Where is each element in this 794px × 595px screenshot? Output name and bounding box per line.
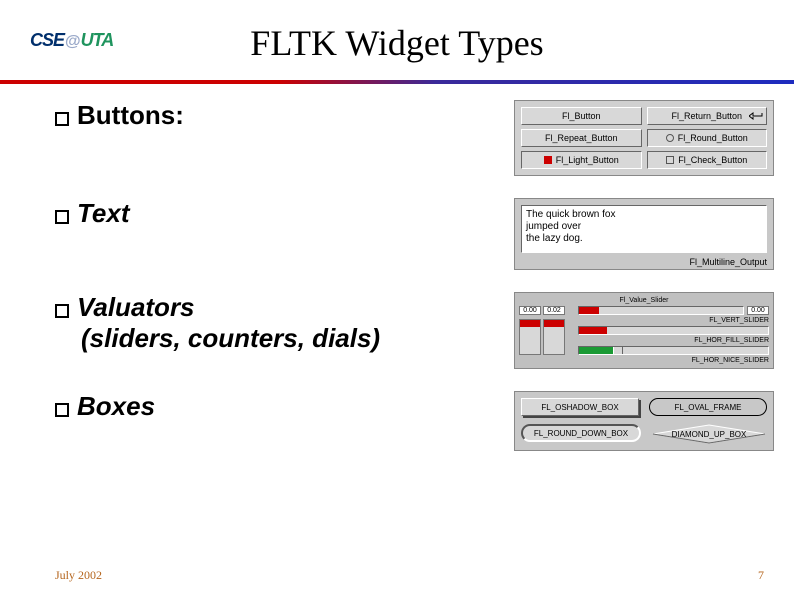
- bullet-valuators-label: Valuators: [77, 292, 195, 322]
- hor-nice-slider[interactable]: [578, 346, 769, 355]
- radio-icon: [666, 134, 674, 142]
- round-down-box: FL_ROUND_DOWN_BOX: [521, 424, 641, 442]
- light-icon: [544, 156, 552, 164]
- diamond-up-box: DIAMOND_UP_BOX: [651, 424, 767, 444]
- multiline-caption: Fl_Multiline_Output: [521, 253, 767, 267]
- bullet-valuators-cont: (sliders, counters, dials): [81, 323, 415, 354]
- bullet-text: Text: [55, 198, 415, 229]
- buttons-widget-panel: Fl_Button Fl_Return_Button Fl_Repeat_But…: [514, 100, 774, 176]
- oval-frame-box: FL_OVAL_FRAME: [649, 398, 767, 416]
- multiline-output-text: The quick brown fox jumped over the lazy…: [526, 209, 762, 245]
- title-divider: [0, 80, 794, 84]
- bullet-marker-icon: [55, 304, 69, 318]
- row-buttons: Buttons: Fl_Button Fl_Return_Button Fl_R…: [55, 100, 774, 176]
- bullet-text-label: Text: [77, 198, 130, 228]
- valuators-widget-panel: Fl_Value_Slider 0.00 0.02: [514, 292, 774, 369]
- value-a: 0.00: [519, 306, 541, 315]
- row-text: Text The quick brown fox jumped over the…: [55, 198, 774, 270]
- row-valuators: Valuators (sliders, counters, dials) Fl_…: [55, 292, 774, 369]
- fl-repeat-button[interactable]: Fl_Repeat_Button: [521, 129, 642, 147]
- fl-light-button[interactable]: Fl_Light_Button: [521, 151, 642, 169]
- content-area: Buttons: Fl_Button Fl_Return_Button Fl_R…: [55, 100, 774, 545]
- return-arrow-icon: [749, 112, 763, 120]
- bullet-marker-icon: [55, 210, 69, 224]
- bullet-marker-icon: [55, 112, 69, 126]
- valuators-title: Fl_Value_Slider: [519, 297, 769, 304]
- label-hor-fill: FL_HOR_FILL_SLIDER: [578, 337, 769, 344]
- hor-slider-1[interactable]: [578, 306, 744, 315]
- fl-button[interactable]: Fl_Button: [521, 107, 642, 125]
- boxes-widget-panel: FL_OSHADOW_BOX FL_OVAL_FRAME FL_ROUND_DO…: [514, 391, 774, 451]
- footer-page: 7: [758, 568, 764, 583]
- fl-check-button[interactable]: Fl_Check_Button: [647, 151, 768, 169]
- vert-slider-a[interactable]: [519, 319, 541, 355]
- fl-round-button[interactable]: Fl_Round_Button: [647, 129, 768, 147]
- vert-slider-b[interactable]: [543, 319, 565, 355]
- slide-title: FLTK Widget Types: [0, 22, 794, 64]
- multiline-output: The quick brown fox jumped over the lazy…: [521, 205, 767, 253]
- bullet-marker-icon: [55, 403, 69, 417]
- bullet-valuators: Valuators (sliders, counters, dials): [55, 292, 415, 354]
- bullet-buttons-label: Buttons:: [77, 100, 184, 130]
- oshadow-box: FL_OSHADOW_BOX: [521, 398, 639, 416]
- label-vert: FL_VERT_SLIDER: [578, 317, 769, 324]
- hor-fill-slider[interactable]: [578, 326, 769, 335]
- row-boxes: Boxes FL_OSHADOW_BOX FL_OVAL_FRAME FL_RO…: [55, 391, 774, 451]
- label-hor-nice: FL_HOR_NICE_SLIDER: [578, 357, 769, 364]
- value-b: 0.02: [543, 306, 565, 315]
- fl-return-button[interactable]: Fl_Return_Button: [647, 107, 768, 125]
- bullet-boxes: Boxes: [55, 391, 415, 422]
- footer-date: July 2002: [55, 568, 102, 583]
- value-c: 0.00: [747, 306, 769, 315]
- bullet-buttons: Buttons:: [55, 100, 415, 131]
- bullet-boxes-label: Boxes: [77, 391, 155, 421]
- check-icon: [666, 156, 674, 164]
- text-widget-panel: The quick brown fox jumped over the lazy…: [514, 198, 774, 270]
